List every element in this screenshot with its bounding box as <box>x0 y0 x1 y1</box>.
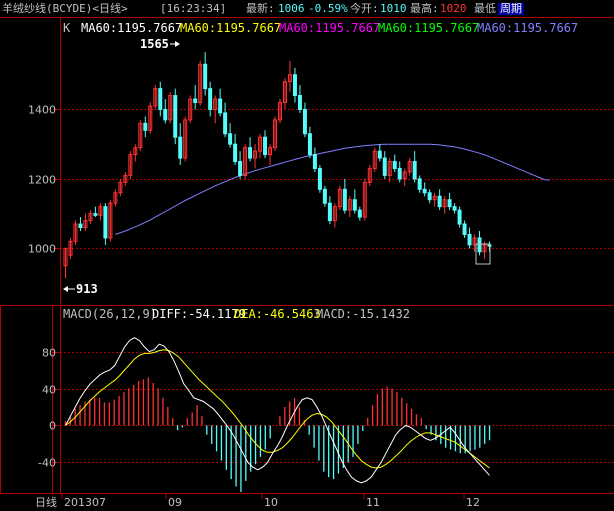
candle-down <box>163 108 168 121</box>
candle-down <box>173 95 178 138</box>
candle-down <box>78 223 83 228</box>
candle-down <box>307 133 312 156</box>
price-y-axis: 1400 1200 1000 <box>28 104 56 256</box>
high-annotation: 1565 <box>140 37 169 51</box>
x-axis-label: 09 <box>168 496 182 509</box>
candle-down <box>223 112 228 135</box>
candle-down <box>218 98 223 114</box>
price-y-label: 1400 <box>28 104 56 117</box>
macd-histogram <box>64 377 491 492</box>
grid-lines <box>53 109 614 463</box>
candle-down <box>467 233 472 246</box>
x-axis-label: 10 <box>264 496 278 509</box>
candle-down <box>342 188 347 211</box>
candle-down <box>292 74 297 97</box>
ma-legend-item: MA60:1195.7667 <box>81 21 182 35</box>
candle-down <box>457 209 462 225</box>
k-label: K <box>63 21 71 35</box>
candle-down <box>238 161 243 176</box>
ma-legend-item: MA60:1195.7667 <box>477 21 578 35</box>
candle-down <box>317 167 322 190</box>
candle-down <box>417 178 422 190</box>
candle-down <box>193 98 198 104</box>
ma-legend: MA60:1195.7667MA60:1195.7667MA60:1195.76… <box>81 21 578 35</box>
macd-y-label: 0 <box>49 420 56 433</box>
macd-diff-value: DIFF:-54.1179 <box>152 307 246 321</box>
high-arrowhead <box>175 41 180 47</box>
x-axis-label: 11 <box>366 496 380 509</box>
candle-down <box>302 108 307 135</box>
candle-down <box>143 122 148 131</box>
candle-down <box>477 237 482 253</box>
candle-down <box>447 199 452 208</box>
candle-down <box>462 223 467 235</box>
candle-down <box>312 154 317 169</box>
candle-down <box>452 206 457 211</box>
macd-title: MACD(26,12,9) <box>63 307 157 321</box>
ma-legend-item: MA60:1195.7667 <box>279 21 380 35</box>
candle-down <box>93 213 98 216</box>
kline-chart[interactable]: K MA60:1195.7667MA60:1195.7667MA60:1195.… <box>0 0 614 511</box>
candle-down <box>263 136 268 156</box>
candle-down <box>437 195 442 208</box>
low-annotation: 913 <box>76 282 98 296</box>
candle-down <box>357 209 362 218</box>
candle-down <box>412 161 417 180</box>
macd-y-label: 80 <box>42 347 56 360</box>
candle-down <box>327 202 332 222</box>
candle-down <box>392 161 397 169</box>
x-axis-label: 201307 <box>64 496 106 509</box>
candle-down <box>203 63 208 90</box>
price-y-label: 1200 <box>28 174 56 187</box>
x-axis-label: 12 <box>466 496 480 509</box>
x-axis-labels: 201307 09 10 11 12 <box>61 493 480 509</box>
candle-down <box>397 167 402 180</box>
macd-y-axis: 80 40 0 -40 <box>38 347 56 470</box>
candle-down <box>248 147 253 159</box>
candle-down <box>158 88 163 110</box>
candle-down <box>233 143 238 163</box>
macd-y-label: -40 <box>38 457 56 470</box>
candle-down <box>377 150 382 159</box>
macd-value: MACD:-15.1432 <box>316 307 410 321</box>
candle-down <box>297 95 302 110</box>
candle-down <box>352 199 357 211</box>
candle-down <box>322 188 327 204</box>
ma-legend-item: MA60:1195.7667 <box>378 21 479 35</box>
low-arrowhead <box>63 286 68 292</box>
price-y-label: 1000 <box>28 243 56 256</box>
candle-down <box>382 157 387 176</box>
candlesticks <box>63 52 492 279</box>
macd-dea-value: DEA:-46.5463 <box>234 307 321 321</box>
ma-legend-item: MA60:1195.7667 <box>180 21 281 35</box>
candle-down <box>178 136 183 159</box>
candle-down <box>103 206 108 239</box>
candle-down <box>208 88 213 110</box>
candle-down <box>228 133 233 145</box>
candle-down <box>427 192 432 201</box>
macd-y-label: 40 <box>42 384 56 397</box>
x-axis-period: 日线 <box>35 495 57 509</box>
candle-down <box>422 188 427 194</box>
